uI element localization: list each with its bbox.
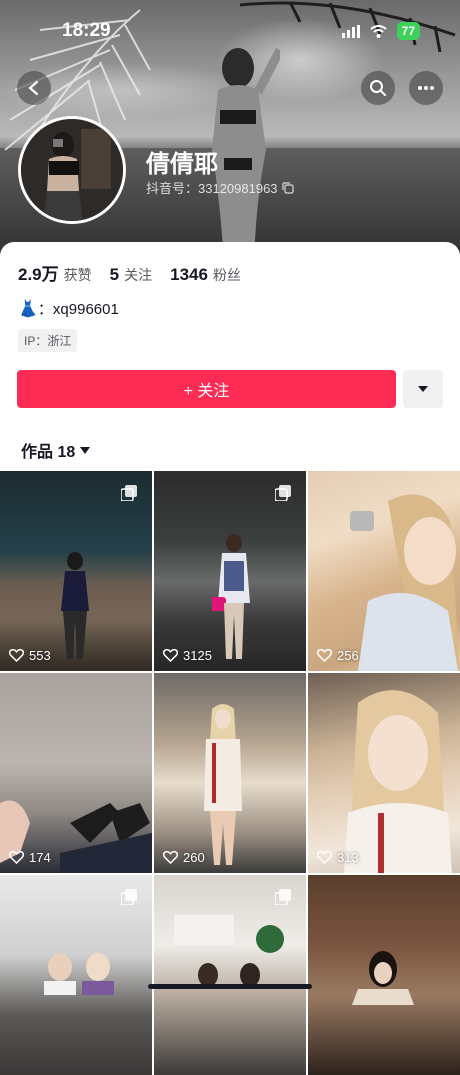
video-tile[interactable]: 313: [308, 673, 460, 873]
video-likes-count: 313: [337, 850, 359, 865]
heart-icon: [317, 649, 332, 662]
video-tile[interactable]: [308, 875, 460, 1075]
video-tile[interactable]: 260: [154, 673, 306, 873]
copy-icon[interactable]: [281, 181, 294, 194]
video-likes-count: 553: [29, 648, 51, 663]
heart-icon: [9, 851, 24, 864]
video-likes-count: 174: [29, 850, 51, 865]
profile-stats: 2.9万 获赞 5 关注 1346 粉丝: [18, 260, 259, 285]
video-tile[interactable]: 553: [0, 471, 152, 671]
stat-following[interactable]: 5 关注: [110, 265, 152, 285]
video-likes: 313: [317, 850, 359, 865]
stat-likes: 2.9万 获赞: [18, 260, 92, 285]
video-thumbnail-figure: [204, 704, 242, 865]
multi-image-icon: [121, 889, 137, 905]
search-icon: [370, 80, 386, 96]
signature-text: ：xq996601: [37, 301, 119, 318]
multi-image-icon: [275, 485, 291, 501]
caret-down-icon: [418, 386, 428, 392]
video-tile[interactable]: 256: [308, 471, 460, 671]
video-likes-count: 3125: [183, 648, 212, 663]
video-thumbnail-figure: [344, 690, 452, 873]
video-thumbnail-figure: [44, 953, 114, 995]
status-icons: 77: [341, 22, 420, 40]
video-thumbnail-figure: [61, 552, 89, 659]
video-thumbnail-figure: [174, 915, 284, 987]
ip-location-tag: IP：浙江: [18, 329, 78, 352]
profile-cover[interactable]: 18:29 77 倩倩耶 抖音号：33120981963: [0, 0, 460, 262]
follow-button[interactable]: + 关注: [17, 370, 396, 408]
video-thumbnail-figure: [350, 494, 460, 671]
douyin-id: 抖音号：33120981963: [146, 178, 294, 197]
multi-image-icon: [275, 889, 291, 905]
heart-icon: [9, 649, 24, 662]
heart-icon: [163, 649, 178, 662]
profile-nickname: 倩倩耶: [146, 151, 218, 178]
video-likes-count: 260: [183, 850, 205, 865]
avatar-figure: [21, 119, 123, 221]
video-tile[interactable]: 3125: [154, 471, 306, 671]
recommend-dropdown-button[interactable]: [403, 370, 443, 408]
video-likes: 553: [9, 648, 51, 663]
stat-followers[interactable]: 1346 粉丝: [170, 265, 241, 285]
more-options-button[interactable]: [409, 71, 443, 105]
search-button[interactable]: [361, 71, 395, 105]
douyin-id-text: 抖音号：33120981963: [146, 181, 278, 196]
chevron-left-icon: [28, 80, 39, 96]
dress-emoji-icon: 👗: [18, 300, 38, 318]
wifi-icon: [370, 24, 387, 38]
heart-icon: [163, 851, 178, 864]
tab-works[interactable]: 作品 18: [21, 438, 91, 462]
stat-followers-label: 粉丝: [212, 267, 241, 283]
video-tile[interactable]: 174: [0, 673, 152, 873]
video-tile[interactable]: [154, 875, 306, 1075]
stat-likes-value: 2.9万: [18, 265, 59, 284]
ellipsis-icon: [418, 86, 434, 90]
back-button[interactable]: [17, 71, 51, 105]
status-time: 18:29: [62, 20, 111, 41]
video-likes: 256: [317, 648, 359, 663]
video-likes: 174: [9, 850, 51, 865]
home-indicator: [148, 984, 312, 989]
status-bar: 18:29 77: [0, 0, 460, 56]
caret-down-icon: [80, 446, 91, 454]
video-likes: 3125: [163, 648, 212, 663]
avatar[interactable]: [18, 116, 126, 224]
heart-icon: [317, 851, 332, 864]
video-tile[interactable]: [0, 875, 152, 1075]
stat-followers-value: 1346: [170, 265, 208, 284]
video-thumbnail-figure: [352, 951, 414, 1005]
multi-image-icon: [121, 485, 137, 501]
stat-following-label: 关注: [124, 267, 153, 283]
video-likes: 260: [163, 850, 205, 865]
video-likes-count: 256: [337, 648, 359, 663]
profile-card: 2.9万 获赞 5 关注 1346 粉丝 👗 ：xq996601 IP：浙江 +…: [0, 242, 460, 1075]
stat-following-value: 5: [109, 265, 120, 284]
battery-icon: 77: [396, 22, 420, 40]
tab-works-label: 作品 18: [21, 444, 76, 461]
profile-signature: 👗 ：xq996601: [18, 298, 119, 319]
video-thumbnail-figure: [212, 534, 250, 659]
stat-likes-label: 获赞: [63, 267, 92, 283]
signal-icon: [341, 24, 360, 38]
